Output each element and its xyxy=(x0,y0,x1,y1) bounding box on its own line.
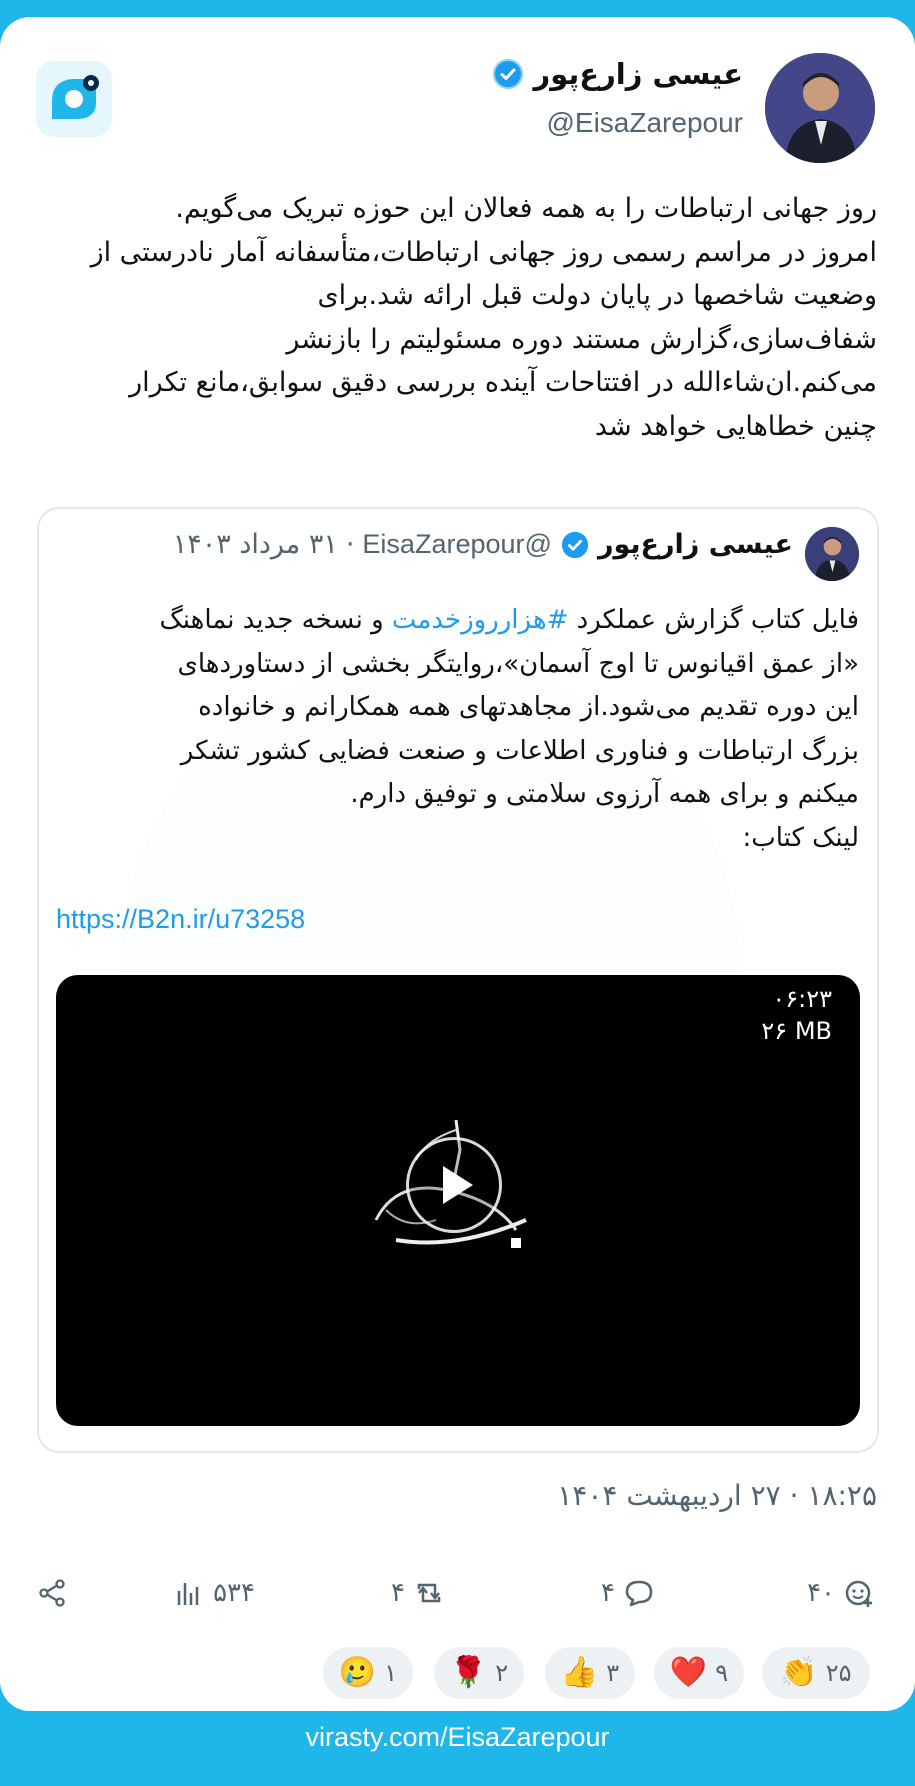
reaction-count: ۱ xyxy=(384,1659,398,1687)
add-reaction-button[interactable]: ۴۰ xyxy=(807,1577,875,1609)
reaction-count: ۳ xyxy=(606,1659,620,1687)
play-button[interactable] xyxy=(406,1137,502,1233)
video-size: ۲۶ MB xyxy=(761,1017,832,1045)
clap-emoji-icon: 👏 xyxy=(780,1655,818,1690)
video-player[interactable]: ۰۶:۲۳ ۲۶ MB xyxy=(56,975,860,1426)
book-link[interactable]: https://B2n.ir/u73258 xyxy=(56,904,305,935)
views-count: ۵۳۴ xyxy=(213,1578,255,1608)
quoted-line: لینک کتاب: xyxy=(742,822,859,853)
replies-count: ۴ xyxy=(601,1578,615,1608)
repost-icon xyxy=(417,1583,441,1603)
post-text: روز جهانی ارتباطات را به همه فعالان این … xyxy=(37,187,877,448)
quoted-avatar[interactable] xyxy=(805,527,859,581)
reaction-pill-clap[interactable]: 👏 ۲۵ xyxy=(762,1647,870,1699)
quoted-line: فایل کتاب گزارش عملکرد #هزارروزخدمت و نس… xyxy=(59,599,860,643)
rose-emoji-icon: 🌹 xyxy=(449,1655,488,1690)
quoted-date: ۳۱ مرداد ۱۴۰۳ xyxy=(172,529,338,560)
post-line: چنین خطاهایی خواهد شد xyxy=(594,410,877,442)
post-timestamp: ۱۸:۲۵ · ۲۷ اردیبهشت ۱۴۰۴ xyxy=(557,1479,877,1512)
avatar[interactable] xyxy=(765,53,875,163)
author-handle[interactable]: @EisaZarepour xyxy=(546,107,743,139)
author-name-row: عیسی زارع‌پور xyxy=(492,57,744,91)
quoted-line: میکنم و برای همه آرزوی سلامتی و توفیق دا… xyxy=(350,779,859,809)
reaction-pill-rose[interactable]: 🌹 ۲ xyxy=(434,1647,524,1699)
repost-button[interactable]: ۴ xyxy=(391,1577,445,1609)
reaction-pill-heart[interactable]: ❤️ ۹ xyxy=(654,1647,744,1699)
reaction-count: ۹ xyxy=(715,1659,729,1687)
verified-badge-icon xyxy=(492,59,523,89)
post-card: عیسی زارع‌پور @EisaZarepour روز جهانی ار… xyxy=(0,17,915,1711)
reaction-count: ۲ xyxy=(495,1659,509,1687)
post-line: می‌کنم.ان‌شاءالله در افتتاحات آینده بررس… xyxy=(129,367,877,398)
quoted-line: این دوره تقدیم می‌شود.از مجاهدتهای همه ه… xyxy=(198,692,859,722)
reactions-count: ۴۰ xyxy=(807,1578,835,1608)
verified-badge-icon xyxy=(561,531,589,558)
quoted-author-name[interactable]: عیسی زارع‌پور xyxy=(598,529,793,560)
author-name[interactable]: عیسی زارع‌پور xyxy=(534,57,744,91)
share-button[interactable] xyxy=(36,1577,68,1609)
quoted-line-end: و نسخه جدید نماهنگ xyxy=(159,605,392,635)
reply-icon xyxy=(625,1580,653,1607)
reaction-pill-thumbs-up[interactable]: 👍 ۳ xyxy=(545,1647,635,1699)
footer-url[interactable]: virasty.com/EisaZarepour xyxy=(0,1722,915,1753)
quoted-post[interactable]: عیسی زارع‌پور @EisaZarepour · ۳۱ مرداد ۱… xyxy=(37,507,879,1453)
post-line: روز جهانی ارتباطات را به همه فعالان این … xyxy=(175,193,877,224)
quoted-handle[interactable]: @EisaZarepour xyxy=(362,529,552,560)
add-reaction-icon xyxy=(845,1580,872,1607)
emoji-reactions: 👏 ۲۵ ❤️ ۹ 👍 ۳ 🌹 ۲ 🥲 ۱ xyxy=(0,1647,915,1707)
post-line: وضعیت شاخصها در پایان دولت قبل ارائه شد.… xyxy=(317,280,878,311)
action-bar: ۴۰ ۴ ۴ ۵۳۴ xyxy=(30,1567,885,1627)
quoted-line-start: فایل کتاب گزارش عملکرد xyxy=(568,605,859,635)
meta-separator: · xyxy=(345,529,355,560)
reply-button[interactable]: ۴ xyxy=(601,1577,655,1609)
reposts-count: ۴ xyxy=(391,1578,405,1608)
post-line: شفاف‌سازی،گزارش مستند دوره مسئولیتم را ب… xyxy=(286,323,877,355)
views-icon xyxy=(177,1583,199,1605)
quoted-text: فایل کتاب گزارش عملکرد #هزارروزخدمت و نس… xyxy=(59,599,860,860)
reaction-count: ۲۵ xyxy=(825,1659,852,1687)
post-header: عیسی زارع‌پور @EisaZarepour xyxy=(0,17,915,177)
virasty-logo[interactable] xyxy=(36,61,112,137)
quoted-meta: عیسی زارع‌پور @EisaZarepour · ۳۱ مرداد ۱… xyxy=(173,529,793,560)
share-icon xyxy=(39,1579,65,1607)
heart-emoji-icon: ❤️ xyxy=(669,1655,708,1690)
views-stat: ۵۳۴ xyxy=(173,1577,255,1609)
post-line: امروز در مراسم رسمی روز جهانی ارتباطات،م… xyxy=(90,236,877,268)
reaction-pill-teary[interactable]: 🥲 ۱ xyxy=(323,1647,413,1699)
video-duration: ۰۶:۲۳ xyxy=(772,985,832,1013)
thumbs-up-emoji-icon: 👍 xyxy=(560,1655,599,1690)
play-icon xyxy=(443,1166,473,1204)
teary-face-emoji-icon: 🥲 xyxy=(338,1655,377,1690)
quoted-line: «از عمق اقیانوس تا اوج آسمان»،روایتگر بخ… xyxy=(177,648,859,679)
hashtag-link[interactable]: #هزارروزخدمت xyxy=(392,605,568,635)
quoted-line: بزرگ ارتباطات و فناوری اطلاعات و صنعت فض… xyxy=(180,735,859,766)
